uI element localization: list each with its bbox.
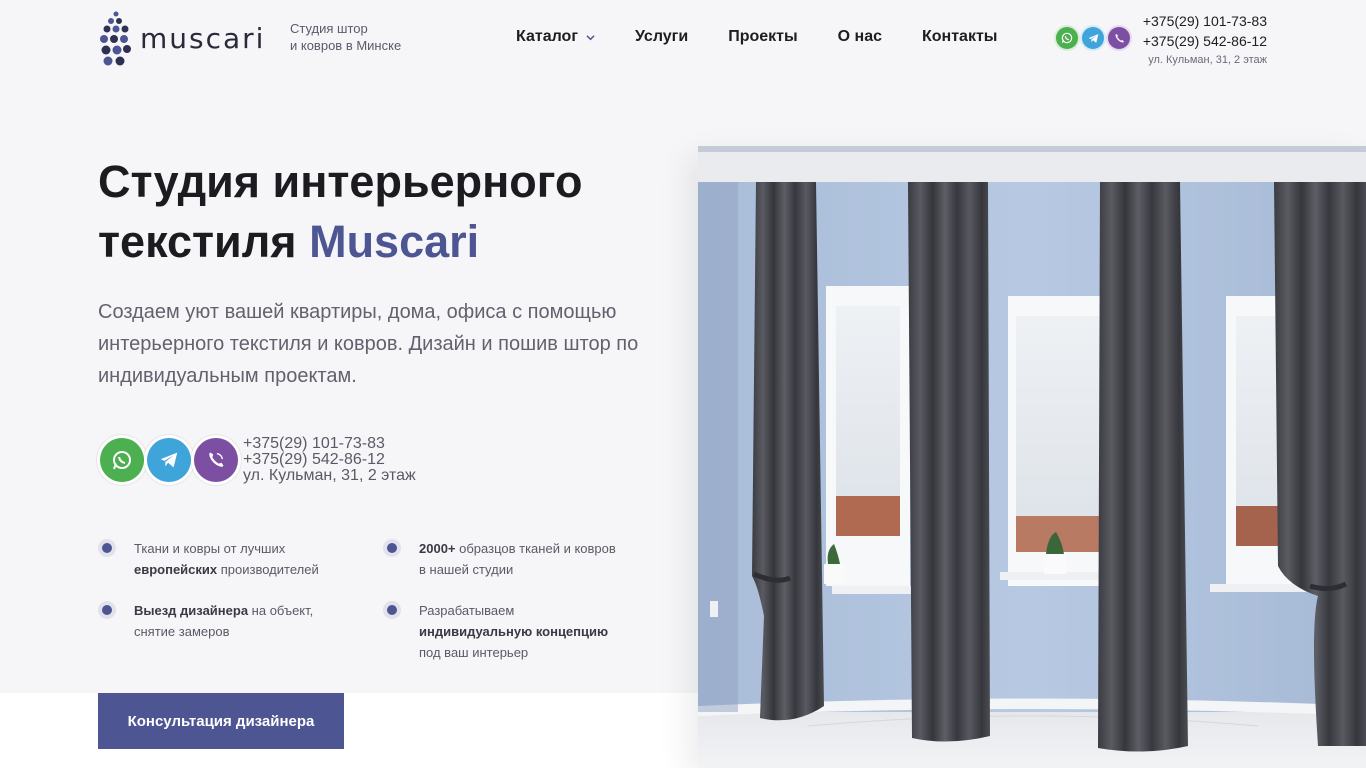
header-address: ул. Кульман, 31, 2 этаж	[1148, 54, 1267, 66]
telegram-icon[interactable]	[1082, 27, 1104, 49]
nav-item-services[interactable]: Услуги	[635, 28, 688, 46]
header-phone-2[interactable]: +375(29) 542-86-12	[1143, 31, 1267, 51]
hero-phone-1[interactable]: +375(29) 101-73-83	[243, 436, 416, 452]
hero-address: ул. Кульман, 31, 2 этаж	[243, 467, 416, 484]
bullet-dot	[102, 605, 112, 615]
feature-item: Разрабатываем индивидуальную концепцию п…	[383, 600, 623, 663]
hero-curtains-image	[698, 146, 1366, 768]
bullet-dot	[387, 543, 397, 553]
hero-contacts: +375(29) 101-73-83 +375(29) 542-86-12 ул…	[100, 436, 416, 484]
header-phone-1[interactable]: +375(29) 101-73-83	[1143, 11, 1267, 31]
hero-contacts-text: +375(29) 101-73-83 +375(29) 542-86-12 ул…	[243, 436, 416, 484]
header-contacts: +375(29) 101-73-83 +375(29) 542-86-12 ул…	[1143, 11, 1267, 66]
bullet-dot	[387, 605, 397, 615]
feature-item: Выезд дизайнера на объект, снятие замеро…	[98, 600, 338, 642]
hero-phone-2[interactable]: +375(29) 542-86-12	[243, 452, 416, 468]
logo-text: muscari	[140, 21, 266, 55]
header: muscari Студия штор и ковров в Минске Ка…	[0, 0, 1366, 80]
telegram-icon[interactable]	[147, 438, 191, 482]
hero-subtitle: Создаем уют вашей квартиры, дома, офиса …	[98, 301, 639, 387]
muscari-flower-icon	[100, 11, 131, 66]
room-illustration	[698, 146, 1366, 768]
whatsapp-icon[interactable]	[100, 438, 144, 482]
logo[interactable]: muscari	[98, 10, 265, 66]
feature-item: 2000+ образцов тканей и ковров в нашей с…	[383, 538, 623, 580]
whatsapp-icon[interactable]	[1056, 27, 1078, 49]
bullet-dot	[102, 543, 112, 553]
nav-item-projects[interactable]: Проекты	[728, 28, 797, 46]
chevron-down-icon	[586, 34, 595, 40]
viber-icon[interactable]	[1108, 27, 1130, 49]
feature-item: Ткани и ковры от лучших европейских прои…	[98, 538, 338, 580]
tagline: Студия штор и ковров в Минске	[290, 21, 402, 53]
nav-item-catalog[interactable]: Каталог	[516, 28, 595, 46]
nav-item-about[interactable]: О нас	[838, 28, 882, 46]
header-messengers	[1056, 27, 1134, 49]
hero-title: Студия интерьерного текстиля Muscari	[98, 156, 583, 267]
main-nav: Каталог Услуги Проекты О нас Контакты	[516, 28, 1037, 46]
designer-consultation-button[interactable]: Консультация дизайнера	[98, 693, 344, 749]
viber-icon[interactable]	[194, 438, 238, 482]
nav-item-contacts[interactable]: Контакты	[922, 28, 997, 46]
